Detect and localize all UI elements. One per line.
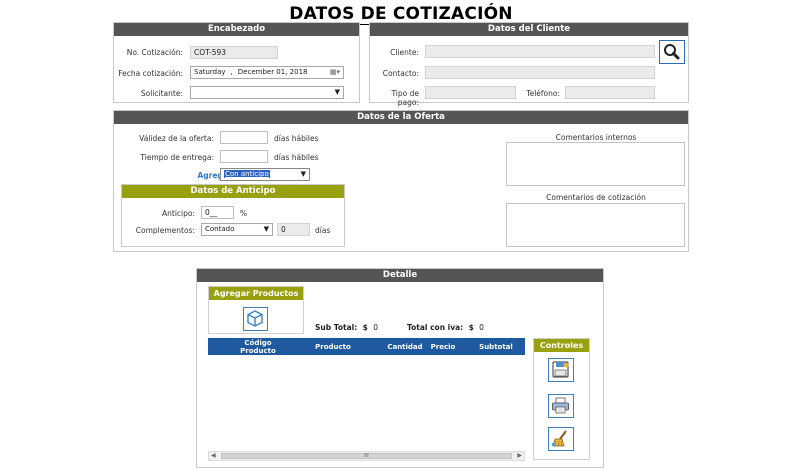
chevron-down-icon: ▼ <box>263 225 269 233</box>
tiempo-entrega-units: días hábiles <box>274 153 319 162</box>
complementos-label: Complementos: <box>135 226 195 235</box>
col-cantidad: Cantidad <box>387 343 423 351</box>
agregar-anticipo-select[interactable]: Con anticipo ▼ <box>220 168 310 181</box>
anticipo-percent: % <box>240 209 248 218</box>
tipo-pago-label: Tipo de pago: <box>391 89 419 107</box>
cliente-header: Datos del Cliente <box>370 23 688 36</box>
total-iva-label: Total con iva: <box>407 323 464 332</box>
fecha-weekday: Saturday <box>194 68 226 76</box>
chevron-down-icon: ▼ <box>300 170 306 178</box>
fecha-label: Fecha cotización: <box>118 69 183 78</box>
subtotal-label: Sub Total: <box>315 323 358 332</box>
dias-input[interactable]: 0 <box>277 223 310 236</box>
solicitante-label: Solicitante: <box>140 89 183 98</box>
total-iva-summary: Total con iva: $ 0 <box>407 323 484 332</box>
comentarios-internos-textarea[interactable] <box>506 142 685 186</box>
fecha-date-picker[interactable]: Saturday, December 01, 2018 ▦▾ <box>190 66 344 79</box>
oferta-header: Datos de la Oferta <box>114 111 688 124</box>
broom-icon <box>552 430 567 447</box>
save-icon <box>552 361 569 378</box>
detalle-table-header: Código Producto Producto Cantidad Precio … <box>208 338 525 355</box>
cliente-label: Cliente: <box>390 48 419 57</box>
print-button[interactable] <box>548 394 574 418</box>
page-title: DATOS DE COTIZACIÓN <box>287 4 515 25</box>
cliente-field[interactable] <box>425 45 655 58</box>
tiempo-entrega-input[interactable] <box>220 150 268 163</box>
complementos-select[interactable]: Contado ▼ <box>201 223 273 236</box>
scroll-thumb[interactable]: III <box>221 453 512 459</box>
no-cotizacion-field[interactable]: COT-593 <box>190 46 278 59</box>
subtotal-summary: Sub Total: $ 0 <box>315 323 378 332</box>
search-button[interactable] <box>659 40 685 64</box>
subtotal-value: 0 <box>373 323 378 332</box>
fecha-date: December 01, 2018 <box>237 68 308 76</box>
validez-units: días hábiles <box>274 134 319 143</box>
contacto-field[interactable] <box>425 66 655 79</box>
agregar-producto-button[interactable] <box>243 307 268 331</box>
agregar-productos-header: Agregar Productos <box>209 287 303 300</box>
subtotal-currency: $ <box>362 323 368 332</box>
controles-header: Controles <box>534 339 589 352</box>
scroll-left-icon[interactable]: ◀ <box>211 452 216 460</box>
chevron-down-icon: ▼ <box>334 88 340 96</box>
telefono-field[interactable] <box>565 86 655 99</box>
agregar-anticipo-value: Con anticipo <box>224 170 270 178</box>
encabezado-header: Encabezado <box>114 23 359 36</box>
total-iva-value: 0 <box>479 323 484 332</box>
col-subtotal: Subtotal <box>479 343 513 351</box>
scroll-right-icon[interactable]: ▶ <box>517 452 522 460</box>
complementos-value: Contado <box>205 225 235 233</box>
dias-label: días <box>315 226 331 235</box>
col-producto: Producto <box>315 343 351 351</box>
anticipo-label: Anticipo: <box>162 209 195 218</box>
tipo-pago-field[interactable] <box>425 86 516 99</box>
no-cotizacion-label: No. Cotización: <box>126 48 183 57</box>
col-precio: Precio <box>430 343 456 351</box>
solicitante-select[interactable]: ▼ <box>190 86 344 99</box>
col-codigo: Código Producto <box>240 339 276 355</box>
horizontal-scrollbar[interactable]: ◀ III ▶ <box>208 451 525 461</box>
contacto-label: Contacto: <box>382 69 419 78</box>
box-icon <box>247 310 263 327</box>
total-iva-currency: $ <box>468 323 474 332</box>
search-icon <box>664 44 680 60</box>
save-button[interactable] <box>548 358 574 382</box>
telefono-label: Teléfono: <box>526 89 560 98</box>
comentarios-cotizacion-textarea[interactable] <box>506 203 685 247</box>
anticipo-header: Datos de Anticipo <box>122 185 344 198</box>
anticipo-input[interactable]: 0__ <box>201 206 234 219</box>
tiempo-entrega-label: Tiempo de entrega: <box>140 153 214 162</box>
print-icon <box>552 397 569 414</box>
detalle-table-body <box>208 355 525 451</box>
clear-button[interactable] <box>548 427 574 451</box>
comentarios-internos-label: Comentarios internos <box>555 133 637 142</box>
validez-input[interactable] <box>220 131 268 144</box>
validez-label: Válidez de la oferta: <box>139 134 214 143</box>
calendar-dropdown-icon[interactable]: ▦▾ <box>330 67 340 78</box>
detalle-header: Detalle <box>197 269 603 282</box>
comentarios-cotizacion-label: Comentarios de cotización <box>546 193 646 202</box>
